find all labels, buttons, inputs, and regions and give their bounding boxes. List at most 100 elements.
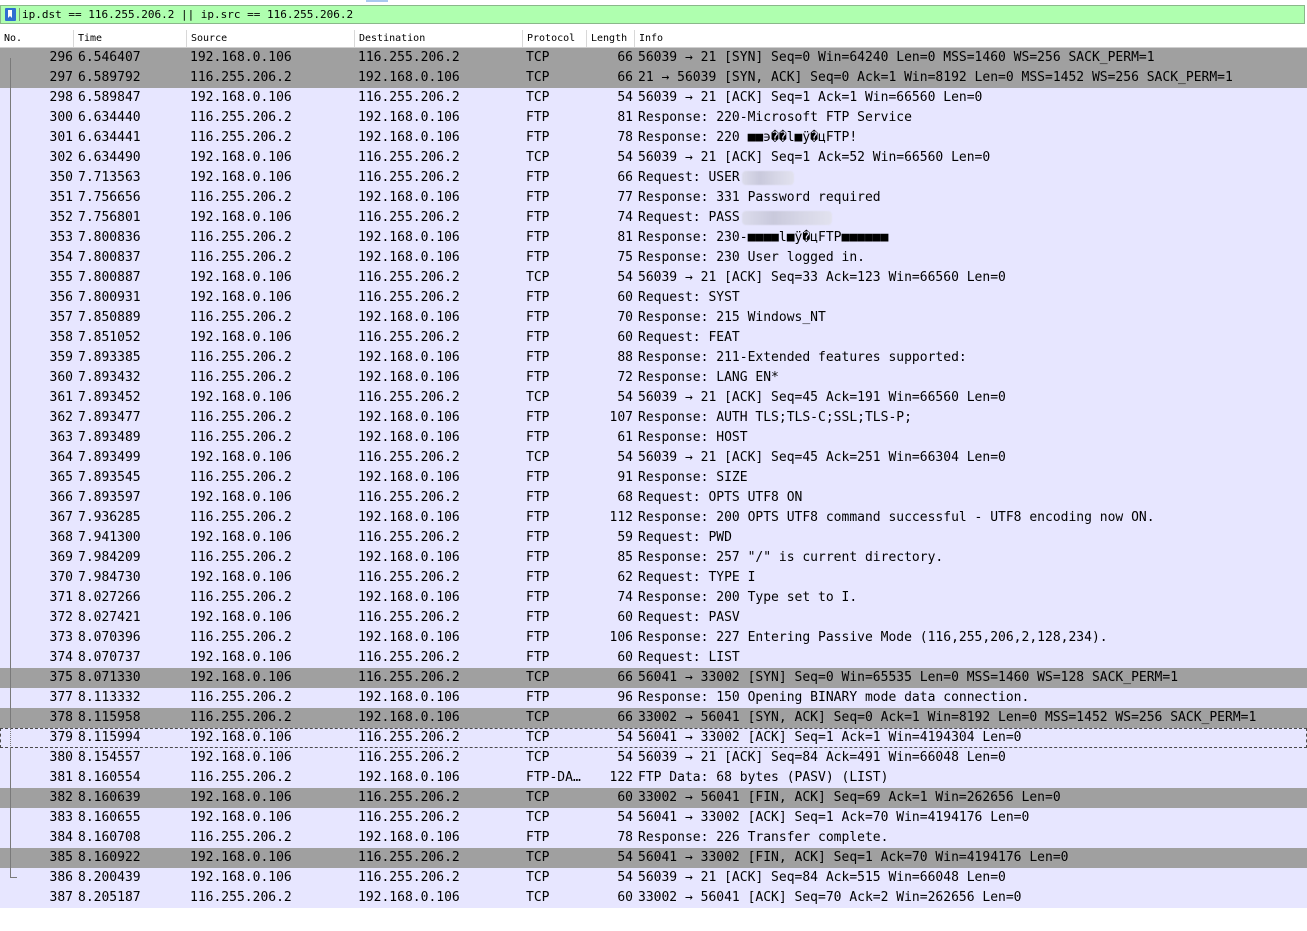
packet-row[interactable]: 365 7.893545 116.255.206.2 192.168.0.106 FTP…: [0, 468, 1307, 488]
packet-row[interactable]: 351 7.756656 116.255.206.2 192.168.0.106 FTP…: [0, 188, 1307, 208]
cell-proto-text: TCP: [526, 70, 550, 85]
cell-dst: 192.168.0.106: [358, 348, 523, 368]
column-header-protocol[interactable]: Protocol: [523, 30, 587, 47]
packet-row[interactable]: 302 6.634490 192.168.0.106 116.255.206.2 TCP…: [0, 148, 1307, 168]
column-header-info[interactable]: Info: [635, 30, 1307, 47]
cell-src-text: 116.255.206.2: [190, 370, 292, 385]
packet-row[interactable]: 374 8.070737 192.168.0.106 116.255.206.2 FTP…: [0, 648, 1307, 668]
cell-time: 7.936285: [78, 508, 188, 528]
packet-row[interactable]: 369 7.984209 116.255.206.2 192.168.0.106 FTP…: [0, 548, 1307, 568]
packet-row[interactable]: 300 6.634440 116.255.206.2 192.168.0.106 FTP…: [0, 108, 1307, 128]
cell-src-text: 116.255.206.2: [190, 410, 292, 425]
cell-len: 54: [589, 848, 633, 868]
packet-row[interactable]: 358 7.851052 192.168.0.106 116.255.206.2 FTP…: [0, 328, 1307, 348]
packet-row[interactable]: 298 6.589847 192.168.0.106 116.255.206.2 TCP…: [0, 88, 1307, 108]
packet-row[interactable]: 386 8.200439 192.168.0.106 116.255.206.2 TCP…: [0, 868, 1307, 888]
cell-len-text: 54: [617, 450, 633, 465]
packet-row[interactable]: 380 8.154557 192.168.0.106 116.255.206.2 TCP…: [0, 748, 1307, 768]
cell-dst: 116.255.206.2: [358, 148, 523, 168]
packet-row[interactable]: 362 7.893477 116.255.206.2 192.168.0.106 FTP…: [0, 408, 1307, 428]
packet-row[interactable]: 379 8.115994 192.168.0.106 116.255.206.2 TCP…: [0, 728, 1307, 748]
cell-time-text: 7.756656: [78, 190, 141, 205]
cell-dst-text: 116.255.206.2: [358, 170, 460, 185]
cell-dst-text: 192.168.0.106: [358, 410, 460, 425]
cell-proto-text: FTP: [526, 110, 550, 125]
cell-dst-text: 192.168.0.106: [358, 70, 460, 85]
cell-info-text: Response: 220-Microsoft FTP Service: [638, 110, 912, 125]
packet-row[interactable]: 382 8.160639 192.168.0.106 116.255.206.2 TCP…: [0, 788, 1307, 808]
packet-row[interactable]: 297 6.589792 116.255.206.2 192.168.0.106 TCP…: [0, 68, 1307, 88]
cell-no-text: 371: [49, 590, 73, 605]
cell-len: 68: [589, 488, 633, 508]
cell-no: 359: [14, 348, 73, 368]
cell-proto: FTP: [526, 568, 586, 588]
bookmark-icon[interactable]: [5, 8, 16, 21]
cell-no-text: 377: [49, 690, 73, 705]
cell-info: Response: SIZE: [638, 468, 1307, 488]
packet-row[interactable]: 377 8.113332 116.255.206.2 192.168.0.106 FTP…: [0, 688, 1307, 708]
packet-row[interactable]: 366 7.893597 192.168.0.106 116.255.206.2 FTP…: [0, 488, 1307, 508]
cell-info-text: 56041 → 33002 [ACK] Seq=1 Ack=1 Win=4194…: [638, 730, 1022, 745]
column-header-length[interactable]: Length: [587, 30, 635, 47]
packet-row[interactable]: 354 7.800837 116.255.206.2 192.168.0.106 FTP…: [0, 248, 1307, 268]
cell-info: 33002 → 56041 [ACK] Seq=70 Ack=2 Win=262…: [638, 888, 1307, 908]
packet-row[interactable]: 383 8.160655 192.168.0.106 116.255.206.2 TCP…: [0, 808, 1307, 828]
cell-len-text: 106: [609, 630, 633, 645]
cell-info-text: Request: TYPE I: [638, 570, 756, 585]
packet-row[interactable]: 353 7.800836 116.255.206.2 192.168.0.106 FTP…: [0, 228, 1307, 248]
cell-no-text: 361: [49, 390, 73, 405]
cell-len-text: 74: [617, 590, 633, 605]
packet-row[interactable]: 361 7.893452 192.168.0.106 116.255.206.2 TCP…: [0, 388, 1307, 408]
packet-row[interactable]: 360 7.893432 116.255.206.2 192.168.0.106 FTP…: [0, 368, 1307, 388]
cell-info: 56039 → 21 [SYN] Seq=0 Win=64240 Len=0 M…: [638, 48, 1307, 68]
packet-row[interactable]: 296 6.546407 192.168.0.106 116.255.206.2 TCP…: [0, 48, 1307, 68]
packet-row[interactable]: 368 7.941300 192.168.0.106 116.255.206.2 FTP…: [0, 528, 1307, 548]
cell-proto: FTP: [526, 308, 586, 328]
cell-dst: 192.168.0.106: [358, 708, 523, 728]
cell-src: 192.168.0.106: [190, 648, 355, 668]
cell-no-text: 356: [49, 290, 73, 305]
cell-time-text: 8.115994: [78, 730, 141, 745]
cell-proto: FTP: [526, 488, 586, 508]
cell-src-text: 116.255.206.2: [190, 550, 292, 565]
cell-proto: FTP: [526, 108, 586, 128]
packet-row[interactable]: 384 8.160708 116.255.206.2 192.168.0.106 FTP…: [0, 828, 1307, 848]
packet-row[interactable]: 371 8.027266 116.255.206.2 192.168.0.106 FTP…: [0, 588, 1307, 608]
cell-dst: 192.168.0.106: [358, 588, 523, 608]
cell-len: 106: [589, 628, 633, 648]
packet-row[interactable]: 375 8.071330 192.168.0.106 116.255.206.2 TCP…: [0, 668, 1307, 688]
packet-row[interactable]: 350 7.713563 192.168.0.106 116.255.206.2 FTP…: [0, 168, 1307, 188]
packet-row[interactable]: 356 7.800931 192.168.0.106 116.255.206.2 FTP…: [0, 288, 1307, 308]
packet-row[interactable]: 301 6.634441 116.255.206.2 192.168.0.106 FTP…: [0, 128, 1307, 148]
packet-row[interactable]: 378 8.115958 116.255.206.2 192.168.0.106 TCP…: [0, 708, 1307, 728]
packet-row[interactable]: 385 8.160922 192.168.0.106 116.255.206.2 TCP…: [0, 848, 1307, 868]
cell-dst-text: 116.255.206.2: [358, 450, 460, 465]
packet-row[interactable]: 364 7.893499 192.168.0.106 116.255.206.2 TCP…: [0, 448, 1307, 468]
packet-row[interactable]: 357 7.850889 116.255.206.2 192.168.0.106 FTP…: [0, 308, 1307, 328]
column-header-destination[interactable]: Destination: [355, 30, 523, 47]
packet-row[interactable]: 352 7.756801 192.168.0.106 116.255.206.2 FTP…: [0, 208, 1307, 228]
column-header-time[interactable]: Time: [74, 30, 187, 47]
cell-proto-text: FTP: [526, 230, 550, 245]
packet-row[interactable]: 373 8.070396 116.255.206.2 192.168.0.106 FTP…: [0, 628, 1307, 648]
cell-time-text: 8.071330: [78, 670, 141, 685]
packet-row[interactable]: 370 7.984730 192.168.0.106 116.255.206.2 FTP…: [0, 568, 1307, 588]
cell-len-text: 70: [617, 310, 633, 325]
packet-row[interactable]: 387 8.205187 116.255.206.2 192.168.0.106 TCP…: [0, 888, 1307, 908]
cell-time: 7.893597: [78, 488, 188, 508]
column-header-source[interactable]: Source: [187, 30, 355, 47]
packet-row[interactable]: 372 8.027421 192.168.0.106 116.255.206.2 FTP…: [0, 608, 1307, 628]
packet-row[interactable]: 359 7.893385 116.255.206.2 192.168.0.106 FTP…: [0, 348, 1307, 368]
cell-no-text: 360: [49, 370, 73, 385]
packet-row[interactable]: 367 7.936285 116.255.206.2 192.168.0.106 FTP…: [0, 508, 1307, 528]
packet-row[interactable]: 363 7.893489 116.255.206.2 192.168.0.106 FTP…: [0, 428, 1307, 448]
display-filter-input[interactable]: [22, 7, 1292, 22]
cell-time: 6.546407: [78, 48, 188, 68]
column-header-no[interactable]: No.: [0, 30, 74, 47]
packet-row[interactable]: 355 7.800887 192.168.0.106 116.255.206.2 TCP…: [0, 268, 1307, 288]
packet-row[interactable]: 381 8.160554 116.255.206.2 192.168.0.106 FTP…: [0, 768, 1307, 788]
cell-proto-text: FTP: [526, 290, 550, 305]
cell-len: 66: [589, 68, 633, 88]
cell-info-text: Request: PWD: [638, 530, 732, 545]
display-filter-bar: [0, 5, 1305, 24]
